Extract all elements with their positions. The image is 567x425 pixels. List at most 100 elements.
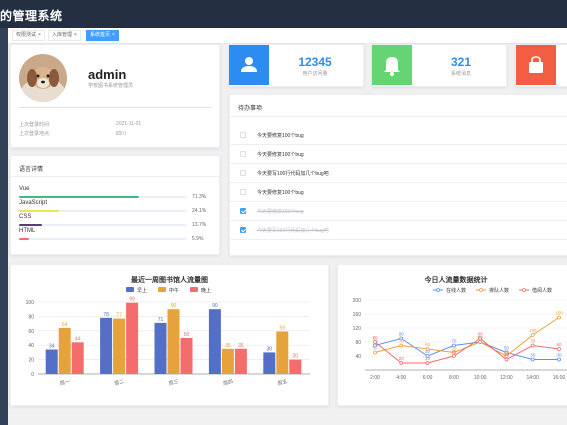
stat-value-visits: 12345 (298, 55, 332, 69)
data-label: 64 (62, 322, 68, 328)
legend-marker (522, 288, 526, 292)
todo-row[interactable]: 今天要修复100个bug (229, 202, 567, 221)
data-label: 30 (504, 353, 510, 358)
x-tick-label: 周三 (168, 379, 179, 387)
lang-bar-css (19, 224, 187, 226)
data-label: 50 (372, 346, 378, 351)
data-point (504, 357, 509, 362)
todo-checkbox[interactable] (240, 151, 246, 157)
x-tick-label: 2:00 (370, 375, 380, 381)
bar (167, 309, 180, 374)
last-login-label: 上次登录时间: (19, 122, 51, 128)
app-title: 的管理系统 (0, 9, 63, 23)
todo-checkbox[interactable] (240, 132, 246, 138)
lang-name-vue: Vue (19, 186, 30, 192)
bar (71, 342, 84, 374)
data-point (530, 357, 535, 362)
data-point (399, 361, 404, 365)
close-icon[interactable]: × (112, 32, 115, 38)
legend-label: 晚上 (201, 287, 211, 294)
todo-row[interactable]: 今天要写100行代码加几个bug吧 (229, 164, 567, 183)
username: admin (88, 67, 127, 82)
lang-name-javascript: JavaScript (19, 200, 48, 206)
data-point (399, 343, 404, 348)
data-point (530, 333, 535, 337)
lang-pct-css: 13.7% (192, 222, 207, 228)
todo-card-title: 待办事项 (238, 106, 263, 112)
tag-label: 入库管理 (52, 32, 73, 38)
bar (126, 302, 139, 374)
language-card-title: 语言详情 (19, 167, 44, 173)
data-label: 90 (478, 332, 484, 337)
last-location-label: 上次登录地点: (19, 131, 51, 137)
bar (208, 309, 221, 374)
legend-label: 在线人数 (446, 287, 466, 294)
y-tick-label: 60 (28, 329, 34, 335)
data-label: 35 (225, 343, 231, 349)
bar (154, 322, 167, 374)
y-tick-label: 80 (355, 340, 361, 346)
data-label: 150 (555, 311, 563, 316)
data-label: 60 (556, 342, 562, 347)
y-tick-label: 200 (353, 298, 362, 304)
user-icon (229, 45, 269, 85)
todo-checkbox[interactable] (240, 170, 246, 176)
data-label: 100 (529, 328, 537, 333)
legend-marker (479, 288, 483, 292)
data-label: 70 (451, 339, 457, 344)
x-tick-label: 14:00 (526, 375, 539, 381)
todo-row[interactable]: 今天要修复100个bug (229, 183, 567, 202)
todo-row[interactable]: 今天要修复100个bug (229, 145, 567, 164)
x-tick-label: 8:00 (449, 375, 459, 381)
tag-permission-test[interactable]: 权限测试 × (12, 30, 45, 41)
legend-label: 借阅人数 (532, 287, 552, 294)
data-label: 90 (212, 303, 218, 309)
data-label: 34 (49, 344, 55, 350)
tag-inventory[interactable]: 入库管理 × (48, 30, 81, 41)
data-label: 30 (556, 353, 562, 358)
todo-checkbox[interactable] (240, 208, 246, 214)
legend-label: 排队人数 (489, 287, 509, 294)
todo-row[interactable]: 今天要写100行代码加几个bug吧 (229, 221, 567, 240)
data-label: 20 (293, 354, 299, 360)
lang-bar-vue (19, 196, 187, 198)
data-label: 40 (451, 349, 457, 354)
legend-marker (436, 288, 440, 292)
lang-pct-javascript: 24.1% (192, 208, 207, 214)
x-tick-label: 12:00 (500, 375, 513, 381)
todo-checkbox[interactable] (240, 189, 246, 195)
data-point (425, 361, 430, 365)
data-point (557, 357, 561, 362)
close-icon[interactable]: × (38, 32, 41, 38)
lang-pct-html: 5.9% (192, 236, 204, 242)
tag-dashboard[interactable]: 系统首页 × (86, 30, 119, 41)
shopping-bag-icon (516, 45, 556, 85)
bar (100, 317, 113, 374)
data-point (478, 340, 483, 344)
bar (180, 338, 193, 374)
last-location-value: 四川 (116, 131, 127, 137)
y-tick-label: 100 (26, 300, 35, 306)
data-label: 44 (75, 336, 81, 342)
data-label: 35 (238, 343, 244, 349)
stat-label-visits: 用户访问量 (302, 71, 328, 77)
close-icon[interactable]: × (74, 32, 77, 38)
data-label: 20 (425, 356, 431, 361)
y-tick-label: 80 (28, 314, 34, 320)
lang-bar-javascript (19, 210, 187, 212)
x-tick-label: 6:00 (423, 375, 433, 381)
data-point (478, 336, 483, 341)
x-tick-label: 4:00 (396, 375, 406, 381)
y-tick-label: 40 (355, 354, 361, 360)
data-point (425, 347, 430, 351)
stat-label-messages: 系统消息 (450, 71, 471, 77)
todo-row[interactable]: 今天要修复100个bug (229, 126, 567, 145)
todo-text: 今天要写100行代码加几个bug吧 (257, 171, 329, 177)
data-label: 90 (399, 332, 405, 337)
lang-fill (19, 196, 139, 198)
todo-checkbox[interactable] (240, 227, 246, 233)
x-tick-label: 10:00 (474, 375, 487, 381)
line-chart: 在线人数 排队人数 借阅人数 40 80 120 160 200 2:00 4:00 6:00 8:0… (353, 287, 567, 381)
data-label: 50 (184, 332, 190, 338)
y-tick-label: 120 (353, 326, 362, 332)
